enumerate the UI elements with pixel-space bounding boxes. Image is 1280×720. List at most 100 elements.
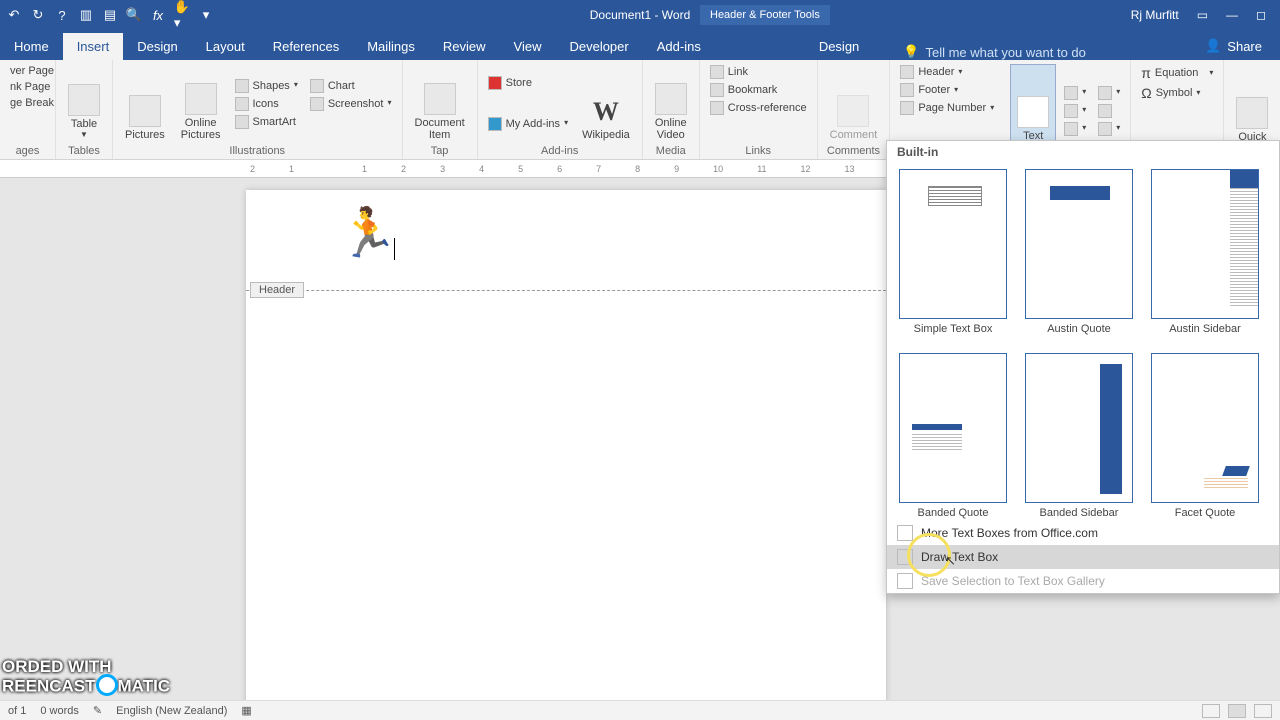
cover-page-button[interactable]: ver Page: [6, 64, 49, 78]
preview-facet-quote: [1151, 353, 1259, 503]
tab-addins[interactable]: Add-ins: [643, 33, 715, 60]
pictures-icon: [129, 95, 161, 127]
proofing-icon[interactable]: ✎: [93, 704, 102, 717]
tab-layout[interactable]: Layout: [192, 33, 259, 60]
datetime-button[interactable]: [1094, 103, 1124, 119]
ribbon-tabs: Home Insert Design Layout References Mai…: [0, 30, 1280, 60]
document-item-button[interactable]: Document Item: [409, 64, 471, 143]
pictures-button[interactable]: Pictures: [119, 64, 171, 143]
wikipedia-button[interactable]: WWikipedia: [576, 64, 636, 143]
signature-button[interactable]: ▾: [1094, 85, 1124, 101]
symbol-icon: Ω: [1141, 85, 1151, 101]
page-number-button[interactable]: Page Number▾: [896, 100, 998, 116]
page-number-icon: [900, 101, 914, 115]
share-icon: 👤: [1205, 38, 1221, 54]
tab-insert[interactable]: Insert: [63, 33, 124, 60]
object2-button[interactable]: ▾: [1094, 121, 1124, 137]
comment-button[interactable]: Comment: [824, 64, 884, 143]
tab-developer[interactable]: Developer: [555, 33, 642, 60]
footer-icon: [900, 83, 914, 97]
table-button[interactable]: Table▼: [62, 64, 106, 143]
group-addins: Store My Add-ins▾ WWikipedia Add-ins: [478, 60, 643, 159]
more-text-boxes[interactable]: More Text Boxes from Office.com: [887, 521, 1279, 545]
tell-me-text: Tell me what you want to do: [925, 45, 1085, 60]
link-button[interactable]: Link: [706, 64, 811, 80]
minimize-icon[interactable]: —: [1226, 8, 1238, 22]
chart-icon: [310, 79, 324, 93]
page-break-button[interactable]: ge Break: [6, 96, 49, 110]
draw-text-box[interactable]: Draw Text Box ↖: [887, 545, 1279, 569]
wordart-button[interactable]: ▾: [1060, 85, 1090, 101]
contextual-tab-label: Header & Footer Tools: [700, 5, 830, 25]
online-pictures-button[interactable]: Online Pictures: [175, 64, 227, 143]
print-icon[interactable]: ▤: [102, 7, 118, 23]
online-video-button[interactable]: Online Video: [649, 64, 693, 143]
thumb-banded-sidebar[interactable]: Banded Sidebar: [1025, 353, 1133, 519]
shapes-button[interactable]: Shapes▾: [231, 78, 302, 94]
account-icon[interactable]: ▭: [1197, 8, 1208, 22]
watermark: ORDED WITH REENCASTMATIC: [2, 658, 170, 698]
thumb-banded-quote[interactable]: Banded Quote: [899, 353, 1007, 519]
dropcap-button[interactable]: ▾: [1060, 103, 1090, 119]
tab-design[interactable]: Design: [123, 33, 191, 60]
equation-button[interactable]: πEquation ▾: [1137, 64, 1217, 82]
qat-more-icon[interactable]: ▾: [198, 7, 214, 23]
tab-mailings[interactable]: Mailings: [353, 33, 429, 60]
footer-button[interactable]: Footer▾: [896, 82, 998, 98]
icons-icon: [235, 97, 249, 111]
tell-me[interactable]: 💡 Tell me what you want to do: [903, 44, 1086, 60]
page[interactable]: 🏃 Header: [246, 190, 886, 710]
thumb-austin-sidebar[interactable]: Austin Sidebar: [1151, 169, 1259, 335]
wikipedia-icon: W: [593, 98, 619, 127]
header-button[interactable]: Header▾: [896, 64, 998, 80]
my-addins-button[interactable]: My Add-ins▾: [484, 116, 572, 132]
group-tap: Document Item Tap: [403, 60, 478, 159]
symbol-button[interactable]: ΩSymbol▾: [1137, 84, 1217, 102]
smartart-button[interactable]: SmartArt: [231, 114, 302, 130]
cross-reference-button[interactable]: Cross-reference: [706, 100, 811, 116]
object-button[interactable]: ▾: [1060, 121, 1090, 137]
chart-button[interactable]: Chart: [306, 78, 396, 94]
help-icon[interactable]: ?: [54, 7, 70, 23]
print-layout-icon[interactable]: [1228, 704, 1246, 718]
page-indicator[interactable]: of 1: [8, 705, 26, 717]
group-illustrations-label: Illustrations: [119, 143, 396, 157]
cursor-icon: ↖: [945, 553, 956, 569]
share-button[interactable]: 👤 Share: [1187, 32, 1280, 60]
icons-button[interactable]: Icons: [231, 96, 302, 112]
tab-review[interactable]: Review: [429, 33, 500, 60]
undo-icon[interactable]: ↶: [6, 7, 22, 23]
save-to-gallery: Save Selection to Text Box Gallery: [887, 569, 1279, 593]
bookmark-button[interactable]: Bookmark: [706, 82, 811, 98]
user-name[interactable]: Rj Murfitt: [1131, 8, 1179, 22]
thumb-austin-quote[interactable]: Austin Quote: [1025, 169, 1133, 335]
table-icon: [68, 84, 100, 116]
store-button[interactable]: Store: [484, 75, 572, 91]
thumb-simple-text-box[interactable]: Simple Text Box: [899, 169, 1007, 335]
preview-austin-sidebar: [1151, 169, 1259, 319]
preview-austin-quote: [1025, 169, 1133, 319]
quick-access-toolbar: ↶ ↻ ? ▥ ▤ 🔍 fx ✋▾ ▾: [0, 7, 214, 23]
fx-icon[interactable]: fx: [150, 7, 166, 23]
tab-home[interactable]: Home: [0, 33, 63, 60]
maximize-icon[interactable]: ◻: [1256, 8, 1266, 22]
search-icon[interactable]: 🔍: [126, 7, 142, 23]
read-mode-icon[interactable]: [1202, 704, 1220, 718]
thumb-facet-quote[interactable]: Facet Quote: [1151, 353, 1259, 519]
blank-page-button[interactable]: nk Page: [6, 80, 49, 94]
language[interactable]: English (New Zealand): [116, 705, 227, 717]
macro-icon[interactable]: ▦: [241, 704, 251, 717]
comment-icon: [837, 95, 869, 127]
screenshot-button[interactable]: Screenshot▾: [306, 96, 396, 112]
web-layout-icon[interactable]: [1254, 704, 1272, 718]
redo-icon[interactable]: ↻: [30, 7, 46, 23]
word-count[interactable]: 0 words: [40, 705, 79, 717]
my-addins-icon: [488, 117, 502, 131]
tab-view[interactable]: View: [500, 33, 556, 60]
clipart-tennis-player[interactable]: 🏃: [338, 204, 398, 261]
tab-references[interactable]: References: [259, 33, 353, 60]
touch-icon[interactable]: ✋▾: [174, 7, 190, 23]
tab-hf-design[interactable]: Design: [805, 33, 873, 60]
group-links-label: Links: [706, 143, 811, 157]
new-icon[interactable]: ▥: [78, 7, 94, 23]
